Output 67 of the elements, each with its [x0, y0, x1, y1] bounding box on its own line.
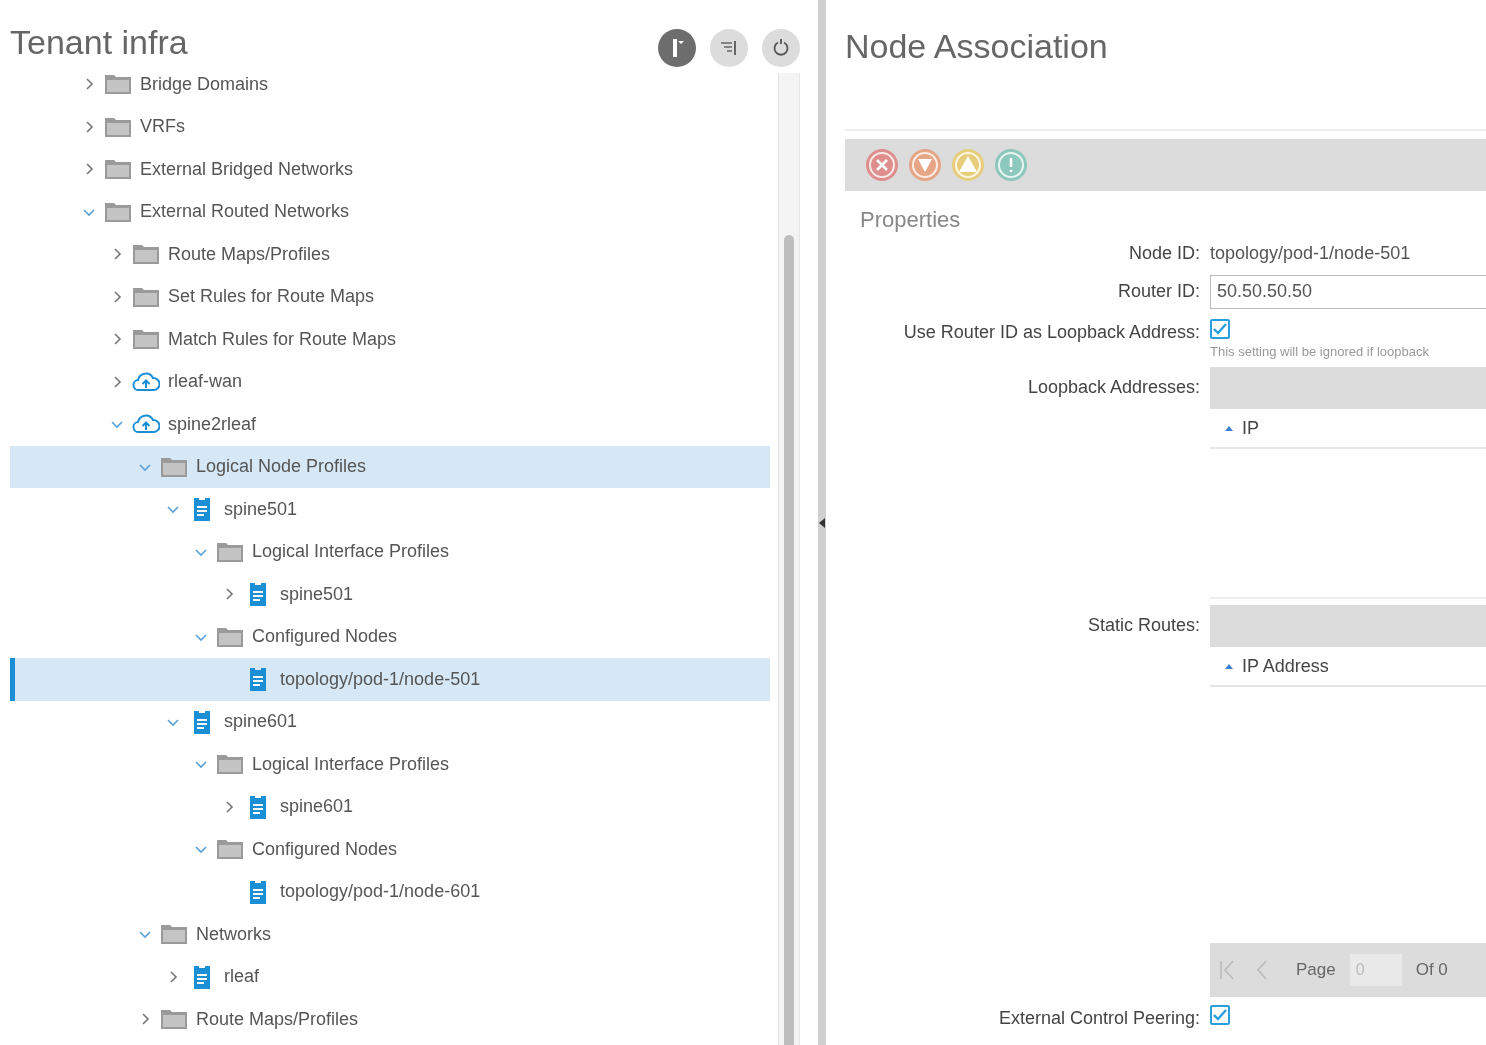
tree-item[interactable]: External Bridged Networks — [10, 148, 770, 191]
cloud-upload-icon — [132, 413, 160, 436]
folder-icon — [104, 158, 132, 181]
folder-icon — [132, 285, 160, 308]
toggle-icon[interactable] — [658, 29, 696, 67]
tree-item[interactable]: Configured Nodes — [10, 828, 770, 871]
hint-text: This setting will be ignored if loopback — [1210, 342, 1429, 361]
folder-icon — [160, 455, 188, 478]
tree-item[interactable]: Networks — [10, 913, 770, 956]
tree-item[interactable]: topology/pod-1/node-601 — [10, 870, 770, 913]
tree-item[interactable]: Logical Node Profiles — [10, 445, 770, 488]
folder-icon — [132, 243, 160, 266]
tree-item[interactable]: Route Maps/Profiles — [10, 233, 770, 276]
tree-item[interactable]: External Routed Networks — [10, 190, 770, 233]
tree-item[interactable]: spine2rleaf — [10, 403, 770, 446]
page-count: Of 0 — [1415, 959, 1448, 982]
tree-item[interactable]: Bridge Domains — [10, 63, 770, 106]
major-icon[interactable] — [908, 147, 942, 182]
folder-icon — [160, 1008, 188, 1031]
field-label: Loopback Addresses: — [1027, 375, 1200, 399]
folder-icon — [216, 838, 244, 861]
folder-icon — [216, 625, 244, 648]
warning-icon[interactable] — [994, 147, 1028, 182]
collapse-icon[interactable] — [819, 517, 825, 528]
column-header[interactable]: IP Address — [1210, 647, 1486, 687]
checkbox[interactable] — [1210, 1005, 1230, 1025]
tree-item[interactable]: rleaf — [10, 955, 770, 998]
folder-icon — [216, 753, 244, 776]
critical-icon[interactable] — [865, 147, 899, 182]
filter-icon[interactable] — [710, 29, 748, 67]
router-id-field[interactable]: 50.50.50.50 — [1210, 274, 1486, 309]
tree-item[interactable]: Set Rules for Route Maps — [10, 275, 770, 318]
page-label: Page — [1296, 959, 1336, 982]
scrollbar-thumb[interactable] — [784, 235, 794, 1045]
folder-icon — [216, 540, 244, 563]
folder-icon — [104, 200, 132, 223]
tree-item[interactable]: Match Rules for Route Maps — [10, 318, 770, 361]
tree-item[interactable]: Logical Interface Profiles — [10, 530, 770, 573]
field-label: Static Routes: — [1087, 613, 1200, 637]
field-label: Router ID: — [1117, 280, 1200, 303]
panel-title: Tenant infra — [10, 22, 188, 63]
tree-item[interactable]: spine601 — [10, 700, 770, 743]
field-label: External Control Peering: — [998, 1007, 1200, 1030]
folder-icon — [104, 73, 132, 96]
folder-icon — [160, 923, 188, 946]
tree-item[interactable]: rleaf-wan — [10, 360, 770, 403]
sort-ascending-icon[interactable] — [1224, 424, 1234, 432]
panel-title: Node Association — [845, 27, 1108, 65]
folder-icon — [104, 115, 132, 138]
tree-item[interactable]: spine501 — [10, 573, 770, 616]
tree-item[interactable]: Logical Interface Profiles — [10, 743, 770, 786]
sort-ascending-icon[interactable] — [1224, 662, 1234, 670]
tree-item[interactable]: Route Maps/Profiles — [10, 998, 770, 1041]
field-label: Use Router ID as Loopback Address: — [903, 320, 1200, 344]
tree-item[interactable]: Configured Nodes — [10, 615, 770, 658]
column-header[interactable]: IP — [1210, 409, 1486, 449]
folder-icon — [132, 328, 160, 351]
tree-item[interactable]: VRFs — [10, 105, 770, 148]
tree-item[interactable]: spine501 — [10, 488, 770, 531]
checkbox[interactable] — [1210, 318, 1230, 339]
field-label: Node ID: — [1128, 242, 1200, 265]
tree-item[interactable]: spine601 — [10, 785, 770, 828]
field-value: topology/pod-1/node-501 — [1210, 242, 1412, 265]
cloud-upload-icon — [132, 370, 160, 393]
tree-item[interactable]: topology/pod-1/node-501 — [10, 658, 770, 701]
section-heading: Properties — [860, 206, 961, 232]
minor-icon[interactable] — [951, 147, 985, 182]
